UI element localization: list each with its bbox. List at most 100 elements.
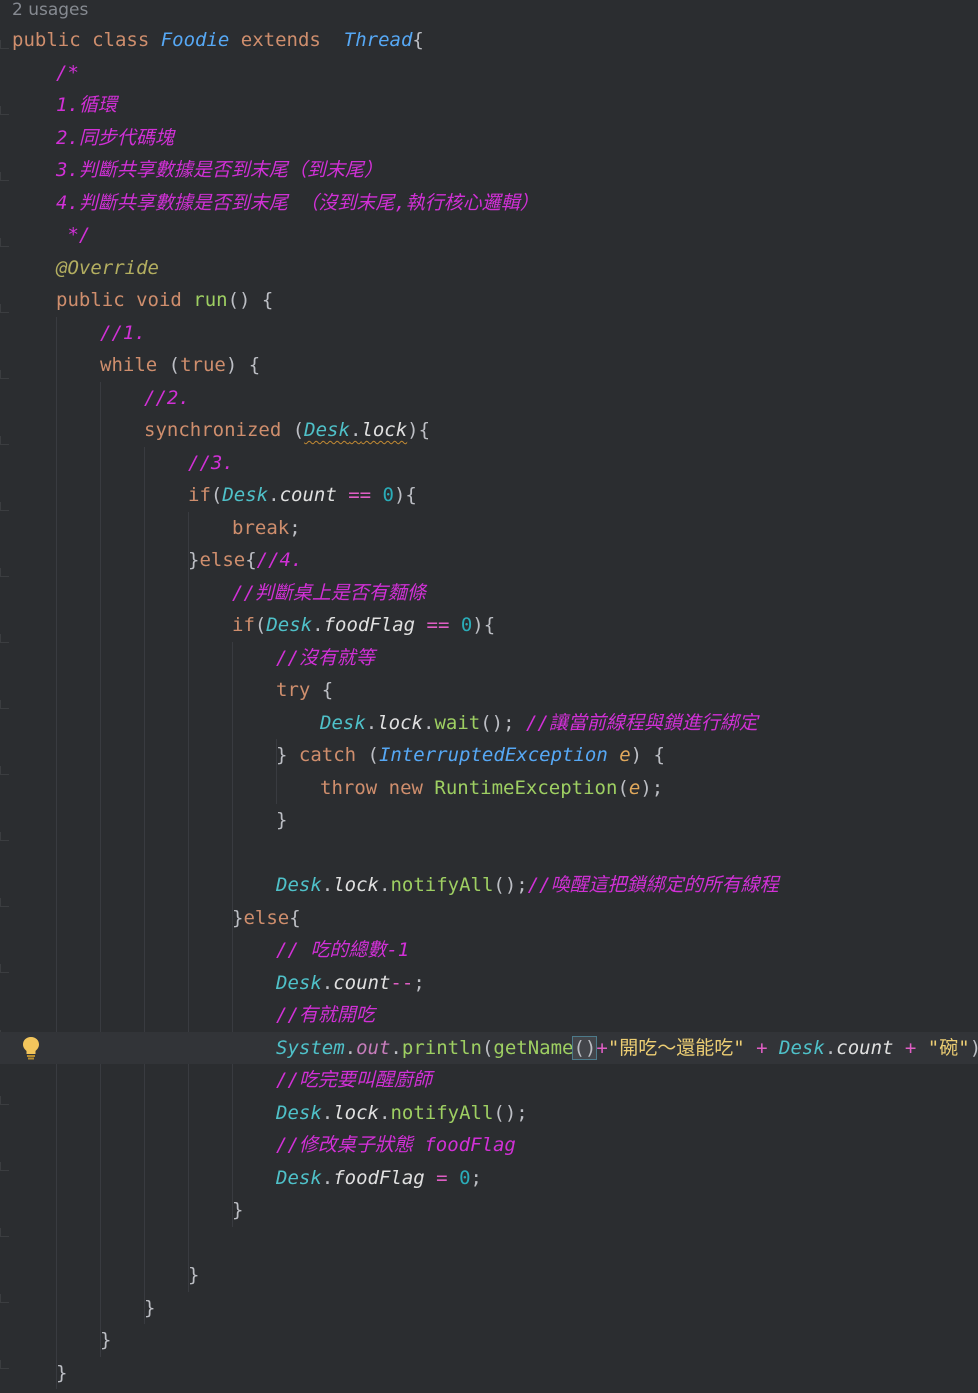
code-text[interactable]: //3. xyxy=(188,447,234,480)
code-text[interactable]: //判斷桌上是否有麵條 xyxy=(232,577,426,610)
code-text[interactable]: }else{//4. xyxy=(188,544,302,577)
code-text[interactable]: try { xyxy=(276,674,333,707)
code-line[interactable]: if(Desk.foodFlag == 0){ xyxy=(0,609,978,642)
code-token: if xyxy=(188,484,211,506)
code-token: notifyAll xyxy=(390,874,494,896)
code-text[interactable]: break; xyxy=(232,512,301,545)
code-line[interactable]: 2.同步代碼塊 xyxy=(0,122,978,155)
code-line[interactable]: @Override xyxy=(0,252,978,285)
code-line[interactable]: } xyxy=(0,1259,978,1292)
code-editor[interactable]: 2 usages public class Foodie extends Thr… xyxy=(0,0,978,1393)
code-line[interactable]: }else{ xyxy=(0,902,978,935)
code-line[interactable]: throw new RuntimeException(e); xyxy=(0,772,978,805)
code-line[interactable]: //沒有就等 xyxy=(0,642,978,675)
code-line[interactable]: 3.判斷共享數據是否到末尾（到末尾） xyxy=(0,154,978,187)
code-line[interactable] xyxy=(0,1227,978,1260)
code-line[interactable]: //1. xyxy=(0,317,978,350)
code-token: ( xyxy=(254,614,267,636)
code-text[interactable]: while (true) { xyxy=(100,349,260,382)
code-line[interactable]: Desk.lock.notifyAll(); xyxy=(0,1097,978,1130)
code-token: "碗" xyxy=(927,1036,970,1059)
code-text[interactable]: 2.同步代碼塊 xyxy=(56,122,174,155)
code-line[interactable]: }else{//4. xyxy=(0,544,978,577)
code-text[interactable]: }else{ xyxy=(232,902,301,935)
code-line[interactable]: //有就開吃 xyxy=(0,999,978,1032)
code-line[interactable] xyxy=(0,837,978,870)
code-token: . xyxy=(321,971,334,994)
code-text[interactable]: if(Desk.count == 0){ xyxy=(188,479,417,512)
code-line[interactable]: //修改桌子狀態 foodFlag xyxy=(0,1129,978,1162)
code-token: } xyxy=(276,809,288,831)
code-text[interactable]: 3.判斷共享數據是否到末尾（到末尾） xyxy=(56,154,383,187)
code-line[interactable]: } xyxy=(0,1292,978,1325)
code-text[interactable]: Desk.foodFlag = 0; xyxy=(276,1162,482,1195)
code-text[interactable]: throw new RuntimeException(e); xyxy=(320,772,663,805)
code-line[interactable]: while (true) { xyxy=(0,349,978,382)
code-text[interactable]: Desk.count--; xyxy=(276,967,425,1000)
code-text[interactable]: } xyxy=(56,1357,67,1390)
code-line[interactable]: public class Foodie extends Thread{ xyxy=(0,24,978,57)
code-line[interactable]: System.out.println(getName()+"開吃～還能吃" + … xyxy=(0,1031,978,1065)
code-line[interactable]: Desk.lock.notifyAll();//喚醒這把鎖綁定的所有線程 xyxy=(0,869,978,902)
code-text[interactable]: Desk.lock.notifyAll(); xyxy=(276,1097,528,1130)
code-token: + xyxy=(893,1036,928,1059)
code-text[interactable]: } xyxy=(232,1194,243,1227)
code-text[interactable]: @Override xyxy=(56,252,159,285)
code-text[interactable]: if(Desk.foodFlag == 0){ xyxy=(232,609,495,642)
code-text[interactable]: //2. xyxy=(144,382,190,415)
code-token: { xyxy=(412,29,424,51)
code-text[interactable]: //有就開吃 xyxy=(276,999,375,1032)
code-text[interactable]: } xyxy=(188,1259,199,1292)
code-token: synchronized xyxy=(144,419,293,441)
code-text[interactable]: Desk.lock.notifyAll();//喚醒這把鎖綁定的所有線程 xyxy=(276,869,779,902)
code-text[interactable]: /* xyxy=(56,57,79,90)
code-line[interactable]: Desk.count--; xyxy=(0,967,978,1000)
code-text[interactable]: public class Foodie extends Thread{ xyxy=(12,24,424,57)
code-line[interactable]: //2. xyxy=(0,382,978,415)
code-text[interactable]: */ xyxy=(56,219,90,252)
code-token: () { xyxy=(227,289,274,311)
code-text[interactable]: } xyxy=(100,1324,111,1357)
code-line[interactable]: } xyxy=(0,1357,978,1390)
code-line[interactable]: //判斷桌上是否有麵條 xyxy=(0,577,978,610)
code-text[interactable]: //1. xyxy=(100,317,146,350)
code-line[interactable]: } catch (InterruptedException e) { xyxy=(0,739,978,772)
code-token: == xyxy=(336,484,383,506)
code-text[interactable]: // 吃的總數-1 xyxy=(276,934,409,967)
lightbulb-icon[interactable] xyxy=(22,1036,40,1060)
code-text[interactable]: //修改桌子狀態 foodFlag xyxy=(276,1129,516,1162)
code-line[interactable]: } xyxy=(0,1194,978,1227)
code-text[interactable]: 4.判斷共享數據是否到末尾 （沒到末尾,執行核心邏輯） xyxy=(56,187,539,220)
code-line[interactable]: } xyxy=(0,804,978,837)
code-token: e xyxy=(628,776,641,799)
code-text[interactable]: synchronized (Desk.lock){ xyxy=(144,414,430,447)
code-text[interactable]: //吃完要叫醒廚師 xyxy=(276,1064,432,1097)
code-line[interactable]: 1.循環 xyxy=(0,89,978,122)
code-line[interactable]: public void run() { xyxy=(0,284,978,317)
code-line[interactable]: synchronized (Desk.lock){ xyxy=(0,414,978,447)
code-text[interactable]: } xyxy=(144,1292,155,1325)
code-text[interactable]: } xyxy=(276,804,287,837)
usages-hint[interactable]: 2 usages xyxy=(12,0,88,27)
code-line[interactable]: Desk.lock.wait(); //讓當前線程與鎖進行綁定 xyxy=(0,707,978,740)
code-line[interactable]: //3. xyxy=(0,447,978,480)
code-line[interactable]: */ xyxy=(0,219,978,252)
code-token: ( xyxy=(481,1036,494,1059)
code-line[interactable]: 4.判斷共享數據是否到末尾 （沒到末尾,執行核心邏輯） xyxy=(0,187,978,220)
code-line[interactable]: /* xyxy=(0,57,978,90)
code-text[interactable]: //沒有就等 xyxy=(276,642,375,675)
code-line[interactable]: Desk.foodFlag = 0; xyxy=(0,1162,978,1195)
code-text[interactable]: Desk.lock.wait(); //讓當前線程與鎖進行綁定 xyxy=(320,707,758,740)
code-line[interactable]: // 吃的總數-1 xyxy=(0,934,978,967)
code-line[interactable]: if(Desk.count == 0){ xyxy=(0,479,978,512)
code-text[interactable]: 1.循環 xyxy=(56,89,117,122)
code-text[interactable]: } catch (InterruptedException e) { xyxy=(276,739,665,772)
usages-hint-line[interactable]: 2 usages xyxy=(0,0,978,27)
code-line[interactable]: break; xyxy=(0,512,978,545)
code-text[interactable]: System.out.println(getName()+"開吃～還能吃" + … xyxy=(276,1032,978,1065)
code-text[interactable]: public void run() { xyxy=(56,284,273,317)
code-line[interactable]: } xyxy=(0,1324,978,1357)
code-line[interactable]: try { xyxy=(0,674,978,707)
code-token: . xyxy=(422,711,435,734)
code-line[interactable]: //吃完要叫醒廚師 xyxy=(0,1064,978,1097)
